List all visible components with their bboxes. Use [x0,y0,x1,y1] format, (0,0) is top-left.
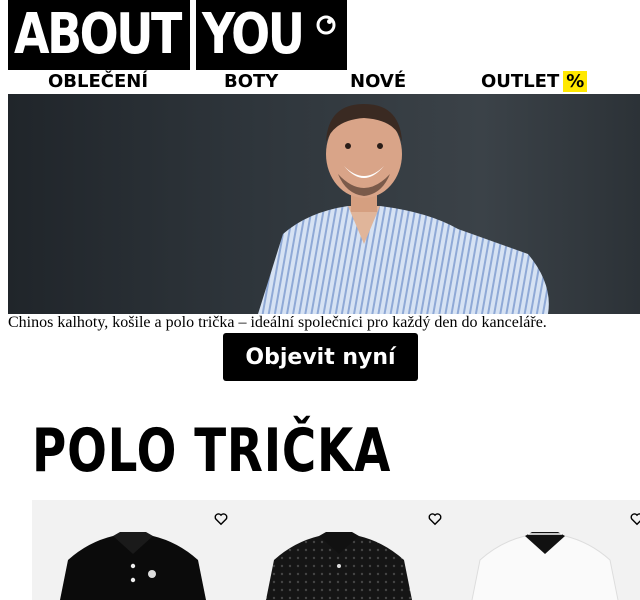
polo-shirt-image [471,532,619,600]
nav-item-outlet[interactable]: OUTLET% [481,70,588,94]
nav-item-outlet-label: OUTLET [481,71,560,92]
hero-image [258,104,549,314]
nav-item-boty[interactable]: BOTY [224,70,278,94]
hero-banner[interactable] [8,94,640,314]
heart-icon[interactable] [214,512,228,526]
polo-shirt-image [266,532,412,600]
hero-caption: Chinos kalhoty, košile a polo trička – i… [8,314,547,331]
product-card[interactable] [238,500,443,600]
nav-item-nove[interactable]: NOVÉ [350,70,406,94]
discover-now-button[interactable]: Objevit nyní [223,333,418,381]
product-card[interactable] [444,500,640,600]
logo-mark-icon [316,15,336,35]
main-nav: OBLEČENÍ BOTY NOVÉ OUTLET% [0,70,640,94]
polo-shirt-image [60,532,206,600]
product-carousel [32,500,640,600]
brand-logo[interactable]: ABOUT YOU [8,0,347,70]
section-title: POLO TRIČKA [32,414,492,488]
logo-you-text: YOU [202,2,305,67]
section-title-text: POLO TRIČKA [32,416,392,486]
product-card[interactable] [32,500,237,600]
logo-about: ABOUT [8,0,190,70]
heart-icon[interactable] [428,512,442,526]
heart-icon[interactable] [630,512,640,526]
outlet-percent-badge: % [563,71,588,92]
logo-you: YOU [196,0,347,70]
nav-item-obleceni[interactable]: OBLEČENÍ [48,70,148,94]
logo-about-text: ABOUT [14,2,182,67]
